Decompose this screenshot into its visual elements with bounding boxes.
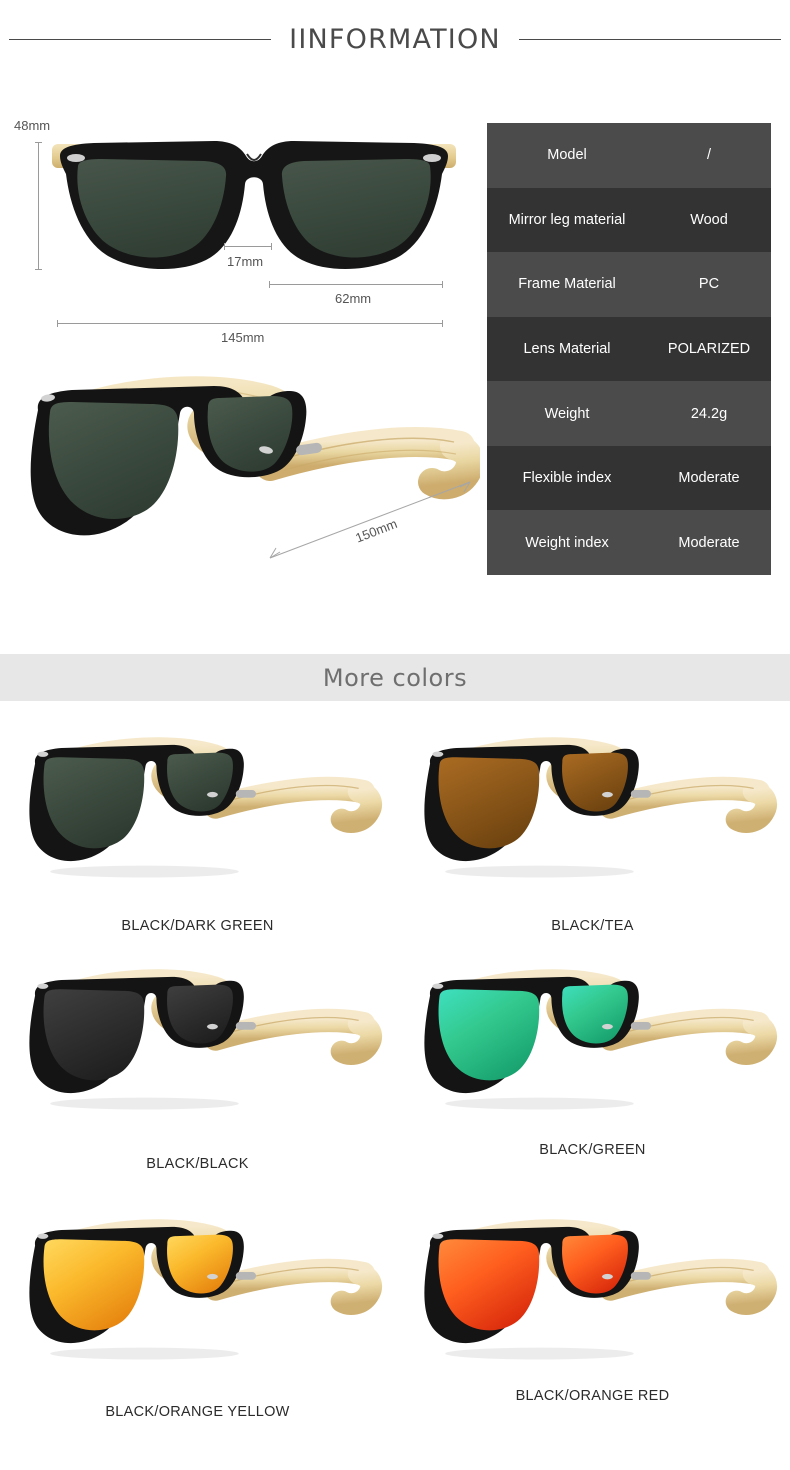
header-rule-right <box>518 38 781 40</box>
color-variant-item[interactable]: BLACK/TEA <box>395 712 790 944</box>
spec-key: Weight <box>544 405 590 422</box>
variant-image-black-orange-yellow <box>0 1198 395 1363</box>
dim-tick-total-right <box>442 320 443 327</box>
spec-row: Flexible index Moderate <box>487 445 771 511</box>
variant-label: BLACK/ORANGE YELLOW <box>105 1404 290 1420</box>
spec-key: Weight index <box>525 534 609 551</box>
page-title: IINFORMATION <box>289 23 501 55</box>
dim-label-total-width: 145mm <box>221 330 265 345</box>
spec-value: Moderate <box>678 534 740 551</box>
spec-key: Mirror leg material <box>508 211 626 228</box>
color-variant-item[interactable]: BLACK/DARK GREEN <box>0 712 395 944</box>
variant-image-black-tea <box>395 716 790 881</box>
dim-tick-height-bottom <box>35 269 42 270</box>
color-variant-item[interactable]: BLACK/ORANGE YELLOW <box>0 1176 395 1421</box>
more-colors-title: More colors <box>322 663 468 692</box>
dim-label-height: 48mm <box>14 118 51 133</box>
dim-line-height <box>38 142 39 270</box>
header-rule-left <box>9 38 272 40</box>
variant-image-black-black <box>0 948 395 1113</box>
spec-row: Weight index Moderate <box>487 510 771 576</box>
variant-image-black-dark-green <box>0 716 395 881</box>
variant-label: BLACK/ORANGE RED <box>515 1388 670 1404</box>
variant-image-black-orange-red <box>395 1198 790 1363</box>
color-variant-item[interactable]: BLACK/GREEN <box>395 944 790 1176</box>
spec-key: Model <box>547 147 587 164</box>
dim-label-lens-width: 62mm <box>335 291 372 306</box>
front-view-diagram: 48mm 17mm 62mm 145mm <box>0 110 480 355</box>
spec-value: PC <box>698 276 720 293</box>
spec-value: Wood <box>690 211 728 228</box>
side-view-diagram: 150mm <box>0 358 480 603</box>
spec-row: Frame Material PC <box>487 252 771 317</box>
spec-key: Lens Material <box>523 341 611 358</box>
dim-tick-lens-right <box>442 281 443 288</box>
dim-arrow-temple-length <box>269 481 471 559</box>
color-variant-item[interactable]: BLACK/ORANGE RED <box>395 1176 790 1421</box>
spec-row: Mirror leg material Wood <box>487 187 771 253</box>
spec-row: Weight 24.2g <box>487 381 771 446</box>
page-header: IINFORMATION <box>0 0 790 78</box>
color-variants-section: BLACK/DARK GREEN BLACK/TEA BLACK/BLACK B… <box>0 712 790 1470</box>
variant-label: BLACK/DARK GREEN <box>121 918 274 934</box>
spec-table: Model / Mirror leg material Wood Frame Mater… <box>487 123 771 576</box>
variant-label: BLACK/GREEN <box>539 1142 646 1158</box>
variant-label: BLACK/TEA <box>551 918 634 934</box>
dim-tick-total-left <box>57 320 58 327</box>
dim-line-bridge <box>224 246 272 247</box>
dim-label-bridge: 17mm <box>227 254 264 269</box>
dim-tick-lens-left <box>269 281 270 288</box>
spec-value: POLARIZED <box>667 341 751 358</box>
variant-image-black-green <box>395 948 790 1113</box>
dim-line-total-width <box>57 323 443 324</box>
variant-label: BLACK/BLACK <box>146 1156 249 1172</box>
spec-key: Flexible index <box>522 470 612 487</box>
dim-tick-bridge-right <box>271 243 272 250</box>
product-info-page: IINFORMATION 48mm 17mm 62mm 145mm 150mm … <box>0 0 790 1470</box>
spec-key: Frame Material <box>518 276 616 293</box>
color-variants-grid: BLACK/DARK GREEN BLACK/TEA BLACK/BLACK B… <box>0 712 790 1421</box>
dim-tick-height-top <box>35 142 42 143</box>
spec-value: Moderate <box>678 470 740 487</box>
dim-line-lens-width <box>269 284 443 285</box>
spec-value: 24.2g <box>690 405 728 422</box>
spec-row: Lens Material POLARIZED <box>487 316 771 382</box>
dim-tick-bridge-left <box>224 243 225 250</box>
spec-row: Model / <box>487 123 771 188</box>
spec-value: / <box>706 147 712 164</box>
more-colors-band: More colors <box>0 654 790 701</box>
color-variant-item[interactable]: BLACK/BLACK <box>0 944 395 1176</box>
